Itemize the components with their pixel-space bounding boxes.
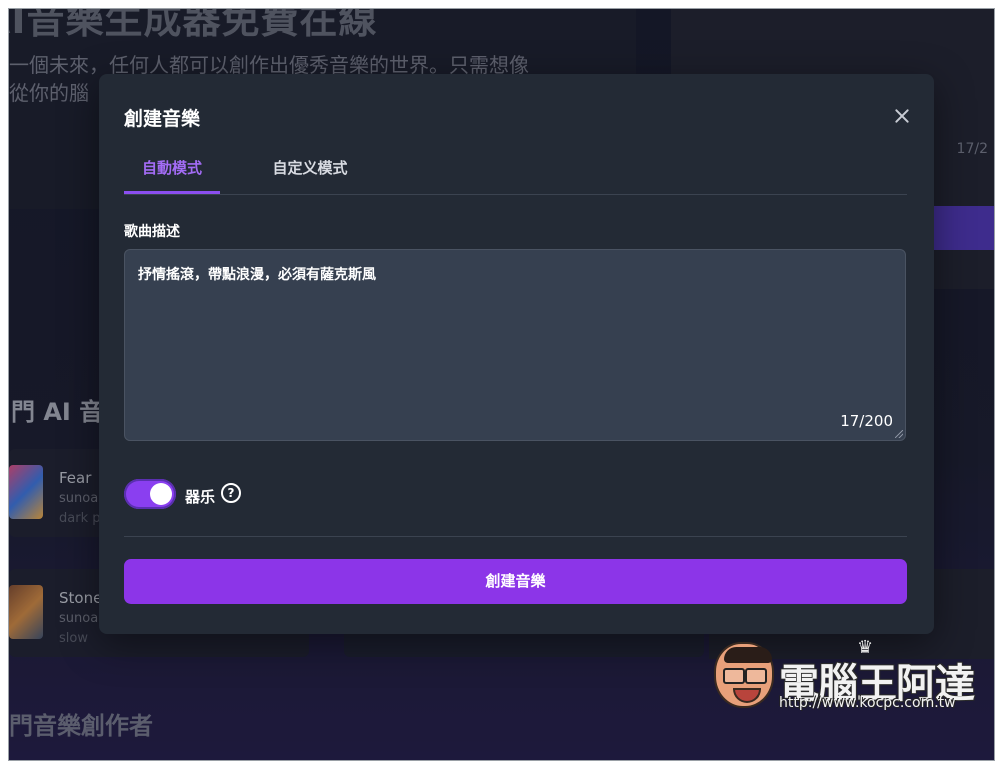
toggle-knob bbox=[150, 483, 172, 505]
create-music-button[interactable]: 創建音樂 bbox=[124, 559, 907, 604]
instrumental-toggle[interactable] bbox=[124, 479, 176, 509]
tab-auto-mode[interactable]: 自動模式 bbox=[124, 158, 220, 194]
description-label: 歌曲描述 bbox=[124, 224, 180, 240]
mascot-hair bbox=[724, 647, 772, 663]
mascot-mouth bbox=[733, 688, 761, 703]
instrumental-label: 器乐 bbox=[185, 488, 216, 506]
mascot-glasses-left bbox=[723, 668, 745, 684]
dialog-title: 創建音樂 bbox=[124, 108, 201, 130]
resize-handle-icon[interactable] bbox=[895, 430, 903, 438]
close-icon[interactable] bbox=[890, 104, 914, 128]
app-screen: AI音樂生成器免費在線 一個未來，任何人都可以創作出優秀音樂的世界。只需想像 從… bbox=[8, 8, 995, 761]
watermark-logo: ♛ 電腦王阿達 http://www.kocpc.com.tw bbox=[709, 637, 979, 717]
char-count: 17/200 bbox=[840, 412, 893, 430]
tab-custom-mode[interactable]: 自定义模式 bbox=[264, 158, 356, 193]
mascot-glasses-right bbox=[745, 668, 767, 684]
mascot-face-icon bbox=[714, 642, 774, 708]
song-description-value: 抒情搖滾，帶點浪漫，必須有薩克斯風 bbox=[138, 267, 376, 283]
divider bbox=[124, 536, 907, 537]
mode-tabs: 自動模式 自定义模式 bbox=[124, 158, 907, 195]
create-music-dialog: 創建音樂 自動模式 自定义模式 歌曲描述 抒情搖滾，帶點浪漫，必須有薩克斯風 1… bbox=[99, 74, 934, 634]
watermark-url: http://www.kocpc.com.tw bbox=[779, 695, 956, 711]
help-icon[interactable]: ? bbox=[221, 483, 241, 503]
song-description-textarea[interactable]: 抒情搖滾，帶點浪漫，必須有薩克斯風 17/200 bbox=[124, 249, 906, 441]
